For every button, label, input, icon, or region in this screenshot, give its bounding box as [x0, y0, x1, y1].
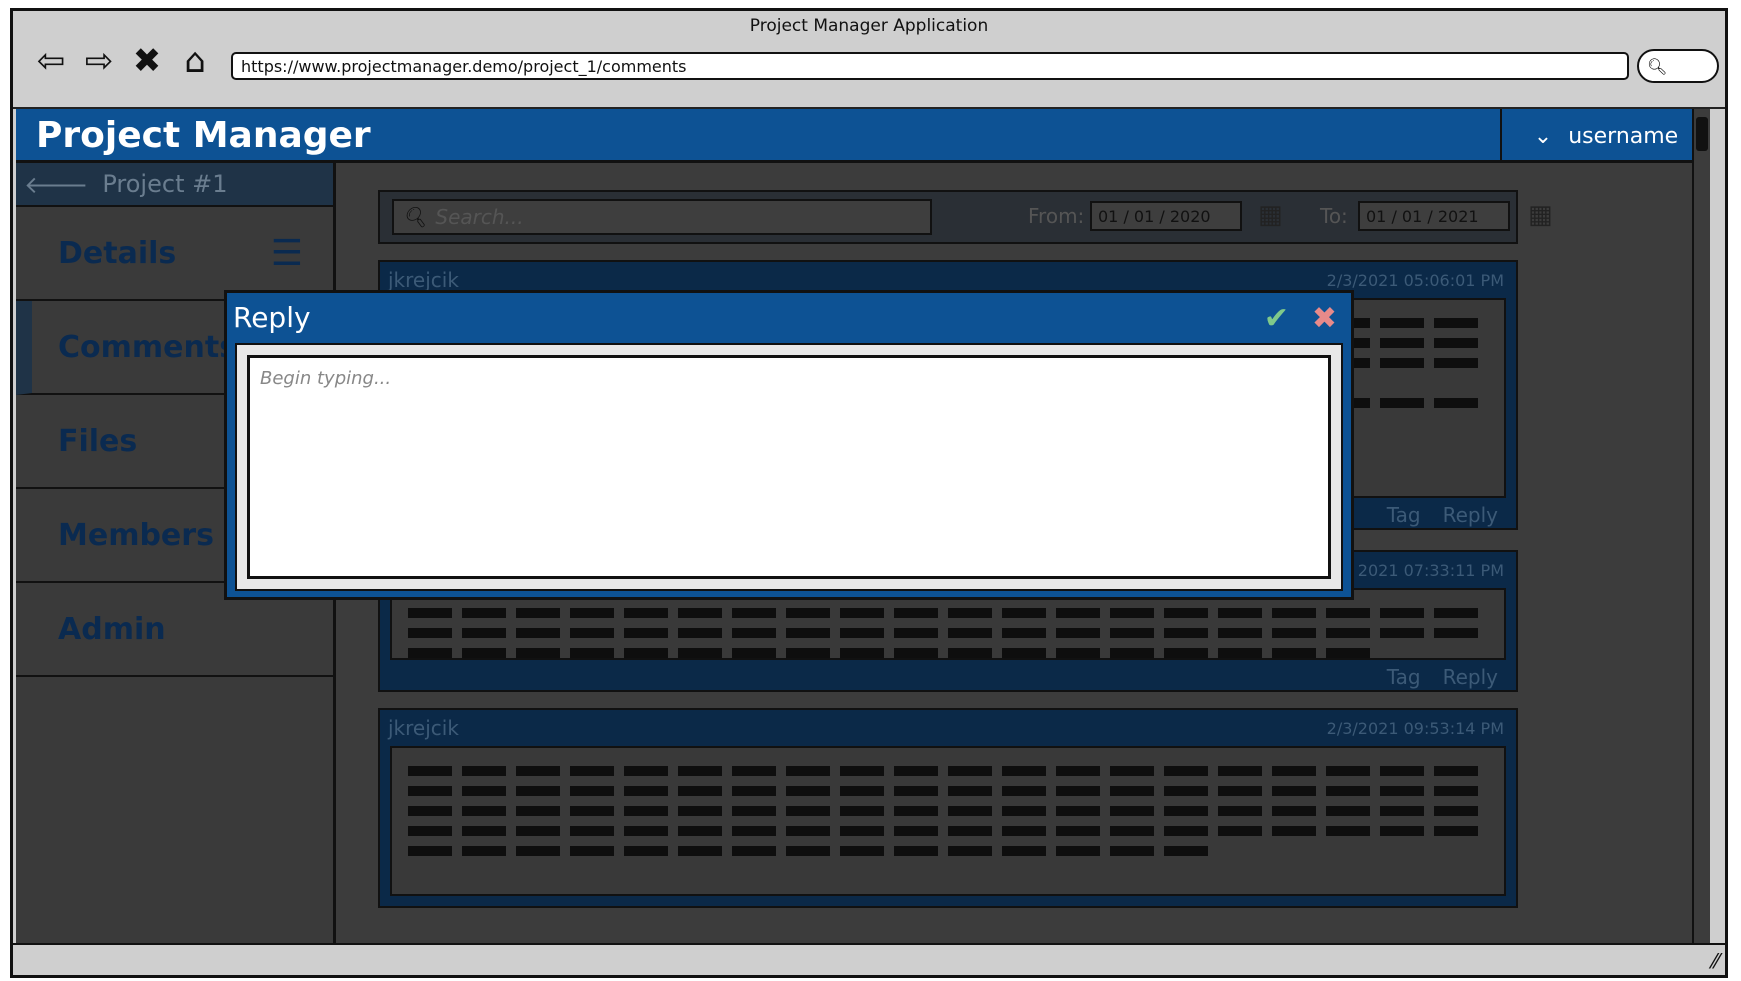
forward-arrow-icon[interactable]: ⇨: [79, 41, 119, 81]
comment-body: [390, 746, 1506, 896]
resize-grip-icon[interactable]: ⁄⁄: [1712, 949, 1719, 973]
reply-link[interactable]: Reply: [1443, 665, 1498, 689]
project-name: Project #1: [102, 170, 228, 198]
app-header: Project Manager ⌄ username: [16, 109, 1710, 163]
comment-time: 2/3/2021 05:06:01 PM: [1326, 270, 1504, 290]
user-menu[interactable]: ⌄ username: [1500, 109, 1710, 163]
dialog-title: Reply: [233, 301, 311, 334]
sidebar-back[interactable]: 🡐 Project #1: [16, 163, 333, 207]
to-label: To:: [1320, 204, 1348, 228]
calendar-icon[interactable]: ▦: [1258, 200, 1283, 230]
scrollbar[interactable]: [1692, 109, 1710, 957]
comment-text: [408, 786, 1488, 796]
sidebar-item-label: Admin: [58, 611, 166, 647]
dialog-body: [235, 343, 1343, 591]
comment-text: [408, 846, 1218, 856]
tag-link[interactable]: Tag: [1387, 665, 1421, 689]
search-placeholder: Search...: [435, 205, 524, 229]
comment-card: jkrejcik 2/3/2021 09:53:14 PM: [378, 708, 1518, 908]
browser-chrome: Project Manager Application ⇦ ⇨ ✖ ⌂ http…: [13, 11, 1725, 109]
chevron-down-icon: ⌄: [1533, 123, 1553, 149]
comment-text: [408, 608, 1488, 618]
back-arrow-icon: 🡐: [24, 170, 89, 199]
comment-header: jkrejcik 2/3/2021 09:53:14 PM: [380, 710, 1516, 746]
menu-icon: ☰: [270, 232, 303, 274]
comment-text: [408, 766, 1488, 776]
window-title: Project Manager Application: [749, 16, 989, 36]
confirm-icon[interactable]: ✔: [1264, 301, 1289, 336]
comment-time: 2021 07:33:11 PM: [1357, 560, 1504, 580]
comment-text: [408, 628, 1488, 638]
username-label: username: [1568, 123, 1679, 149]
cancel-icon[interactable]: ✖: [1312, 301, 1337, 336]
sidebar-item-details[interactable]: Details ☰: [16, 207, 333, 301]
scroll-thumb[interactable]: [1696, 117, 1708, 151]
comment-author: jkrejcik: [388, 268, 459, 292]
comment-actions: Tag Reply: [380, 660, 1516, 694]
search-icon: 🔍︎: [402, 205, 428, 229]
app-title: Project Manager: [36, 115, 371, 156]
sidebar-item-label: Files: [58, 423, 138, 459]
search-icon: 🔍︎: [1647, 56, 1668, 76]
sidebar-item-label: Details: [58, 235, 177, 271]
from-date-field[interactable]: 01 / 01 / 2020: [1090, 201, 1242, 231]
status-bar: ⁄⁄: [13, 943, 1725, 975]
comment-text: [408, 806, 1488, 816]
browser-nav: ⇦ ⇨ ✖ ⌂: [31, 41, 215, 81]
home-icon[interactable]: ⌂: [175, 41, 215, 81]
from-label: From:: [1028, 204, 1085, 228]
reply-dialog: Reply ✔ ✖: [224, 290, 1354, 600]
sidebar-item-label: Members: [58, 517, 214, 553]
close-icon[interactable]: ✖: [127, 41, 167, 81]
sidebar-item-label: Comments: [58, 329, 238, 365]
reply-textarea[interactable]: [247, 355, 1331, 579]
comment-text: [408, 648, 1380, 658]
browser-search[interactable]: 🔍︎: [1637, 49, 1719, 83]
tag-link[interactable]: Tag: [1387, 503, 1421, 527]
calendar-icon[interactable]: ▦: [1528, 200, 1553, 230]
to-date-field[interactable]: 01 / 01 / 2021: [1358, 201, 1510, 231]
comment-text: [408, 826, 1488, 836]
filter-toolbar: 🔍︎ Search... From: 01 / 01 / 2020 ▦ To: …: [378, 190, 1553, 244]
url-bar[interactable]: https://www.projectmanager.demo/project_…: [231, 52, 1629, 80]
reply-link[interactable]: Reply: [1443, 503, 1498, 527]
back-arrow-icon[interactable]: ⇦: [31, 41, 71, 81]
comment-time: 2/3/2021 09:53:14 PM: [1326, 718, 1504, 738]
comment-author: jkrejcik: [388, 716, 459, 740]
search-input[interactable]: 🔍︎ Search...: [392, 199, 932, 235]
